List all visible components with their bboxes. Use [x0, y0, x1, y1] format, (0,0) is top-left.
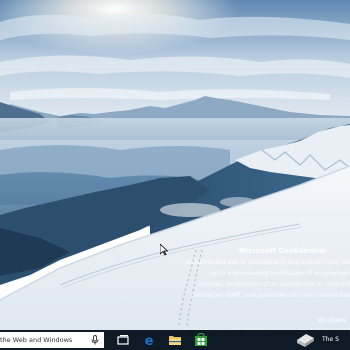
mouse-cursor-icon	[160, 244, 168, 256]
watermark-line: contracted staff), and potential civil a…	[190, 292, 350, 299]
watermark-line: up to and including termination of emplo…	[210, 270, 350, 277]
notification-icon[interactable]	[294, 331, 316, 349]
windows-edition-label: Windows	[316, 316, 346, 324]
search-placeholder: the Web and Windows	[0, 336, 73, 344]
edge-icon[interactable]: e	[141, 332, 157, 348]
svg-text:e: e	[145, 334, 154, 348]
tray-label: The S	[322, 336, 339, 343]
watermark-title: Microsoft Confidential	[238, 247, 327, 255]
file-explorer-icon[interactable]	[167, 332, 183, 348]
store-icon[interactable]	[193, 332, 209, 348]
watermark-line: Unauthorized use or disclosure in any ma…	[185, 259, 350, 266]
search-input[interactable]: the Web and Windows	[0, 332, 104, 348]
watermark-line: services, termination of an assignment o…	[197, 281, 350, 288]
confidential-watermark: Microsoft Confidential Unauthorized use …	[175, 246, 350, 337]
task-view-icon[interactable]	[115, 332, 131, 348]
mic-icon[interactable]	[91, 335, 99, 345]
